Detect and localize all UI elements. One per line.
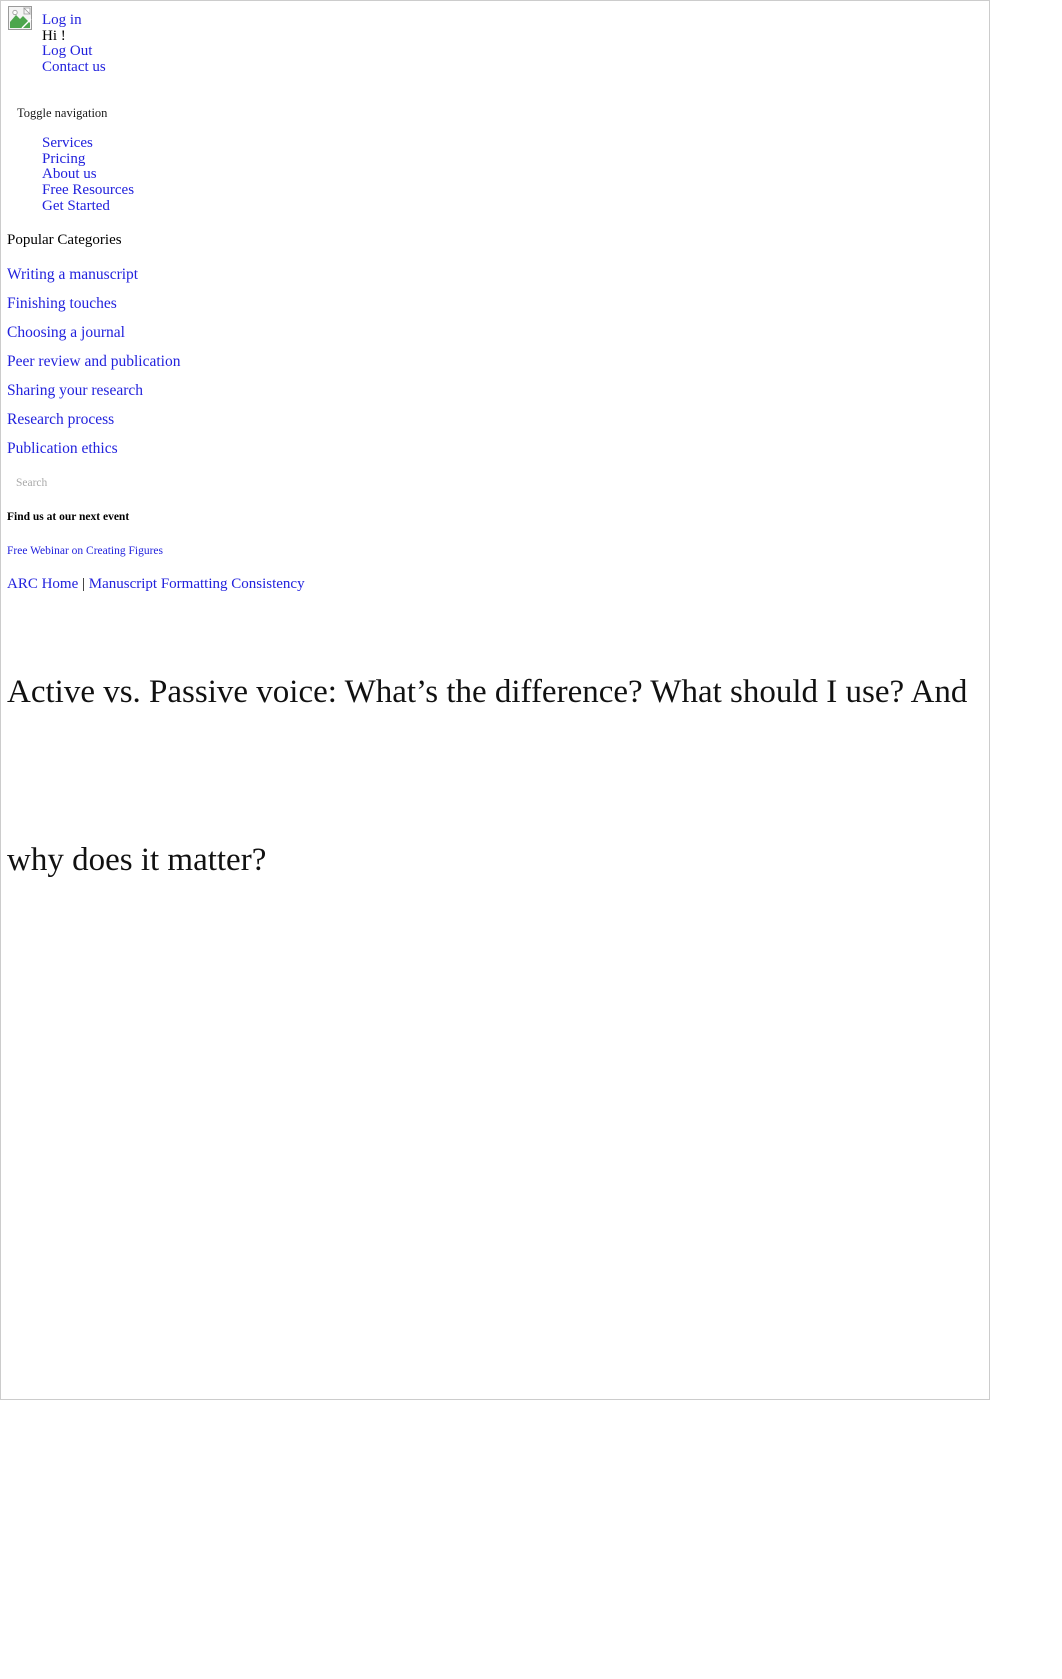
category-link-writing-a-manuscript[interactable]: Writing a manuscript [7, 266, 138, 283]
category-item-peer-review-and-publication[interactable]: Peer review and publication [7, 353, 180, 370]
category-item-research-process[interactable]: Research process [7, 411, 180, 428]
utility-item-greeting: Hi ! [42, 27, 106, 45]
page-container: Log in Hi ! Log Out Contact us Toggle na… [0, 0, 990, 1400]
utility-item-contact[interactable]: Contact us [42, 59, 106, 76]
nav-link-about-us[interactable]: About us [42, 166, 97, 183]
main-navigation: Services Pricing About us Free Resources… [42, 135, 134, 215]
utility-links: Log in Hi ! Log Out Contact us [42, 12, 106, 76]
broken-image-icon [8, 6, 32, 30]
category-link-finishing-touches[interactable]: Finishing touches [7, 295, 117, 312]
nav-link-pricing[interactable]: Pricing [42, 151, 85, 167]
popular-categories-heading: Popular Categories [7, 232, 122, 248]
nav-item-get-started[interactable]: Get Started [42, 198, 134, 215]
page-title: Active vs. Passive voice: What’s the dif… [7, 674, 968, 878]
category-item-publication-ethics[interactable]: Publication ethics [7, 440, 180, 457]
category-link-peer-review-and-publication[interactable]: Peer review and publication [7, 353, 180, 370]
next-event-item[interactable]: Free Webinar on Creating Figures [7, 545, 163, 557]
breadcrumb-separator: | [82, 576, 86, 592]
nav-item-pricing[interactable]: Pricing [42, 151, 134, 168]
category-item-choosing-a-journal[interactable]: Choosing a journal [7, 324, 180, 341]
category-link-sharing-your-research[interactable]: Sharing your research [7, 382, 143, 399]
logout-link[interactable]: Log Out [42, 43, 92, 59]
contact-us-link[interactable]: Contact us [42, 59, 106, 75]
toggle-navigation-button[interactable]: Toggle navigation [17, 106, 107, 121]
nav-link-services[interactable]: Services [42, 135, 93, 151]
next-event-link[interactable]: Free Webinar on Creating Figures [7, 545, 163, 557]
nav-item-about-us[interactable]: About us [42, 167, 134, 183]
popular-categories-list: Writing a manuscript Finishing touches C… [7, 266, 180, 469]
breadcrumb-link-home[interactable]: ARC Home [7, 576, 78, 592]
nav-item-services[interactable]: Services [42, 135, 134, 152]
nav-item-free-resources[interactable]: Free Resources [42, 182, 134, 199]
category-link-choosing-a-journal[interactable]: Choosing a journal [7, 324, 125, 341]
category-item-writing-a-manuscript[interactable]: Writing a manuscript [7, 266, 180, 283]
category-link-publication-ethics[interactable]: Publication ethics [7, 440, 118, 457]
utility-bar: Log in Hi ! Log Out Contact us [1, 1, 989, 101]
utility-item-login[interactable]: Log in [42, 12, 106, 29]
user-greeting: Hi ! [42, 27, 66, 44]
login-link[interactable]: Log in [42, 12, 82, 28]
category-item-finishing-touches[interactable]: Finishing touches [7, 295, 180, 312]
breadcrumb-link-current[interactable]: Manuscript Formatting Consistency [89, 576, 305, 592]
category-link-research-process[interactable]: Research process [7, 411, 114, 428]
utility-item-logout[interactable]: Log Out [42, 43, 106, 60]
category-item-sharing-your-research[interactable]: Sharing your research [7, 382, 180, 399]
search-input[interactable] [2, 471, 988, 495]
next-event-heading: Find us at our next event [7, 511, 130, 523]
nav-link-free-resources[interactable]: Free Resources [42, 182, 134, 198]
breadcrumb: ARC Home | Manuscript Formatting Consist… [7, 576, 305, 593]
nav-link-get-started[interactable]: Get Started [42, 198, 110, 214]
